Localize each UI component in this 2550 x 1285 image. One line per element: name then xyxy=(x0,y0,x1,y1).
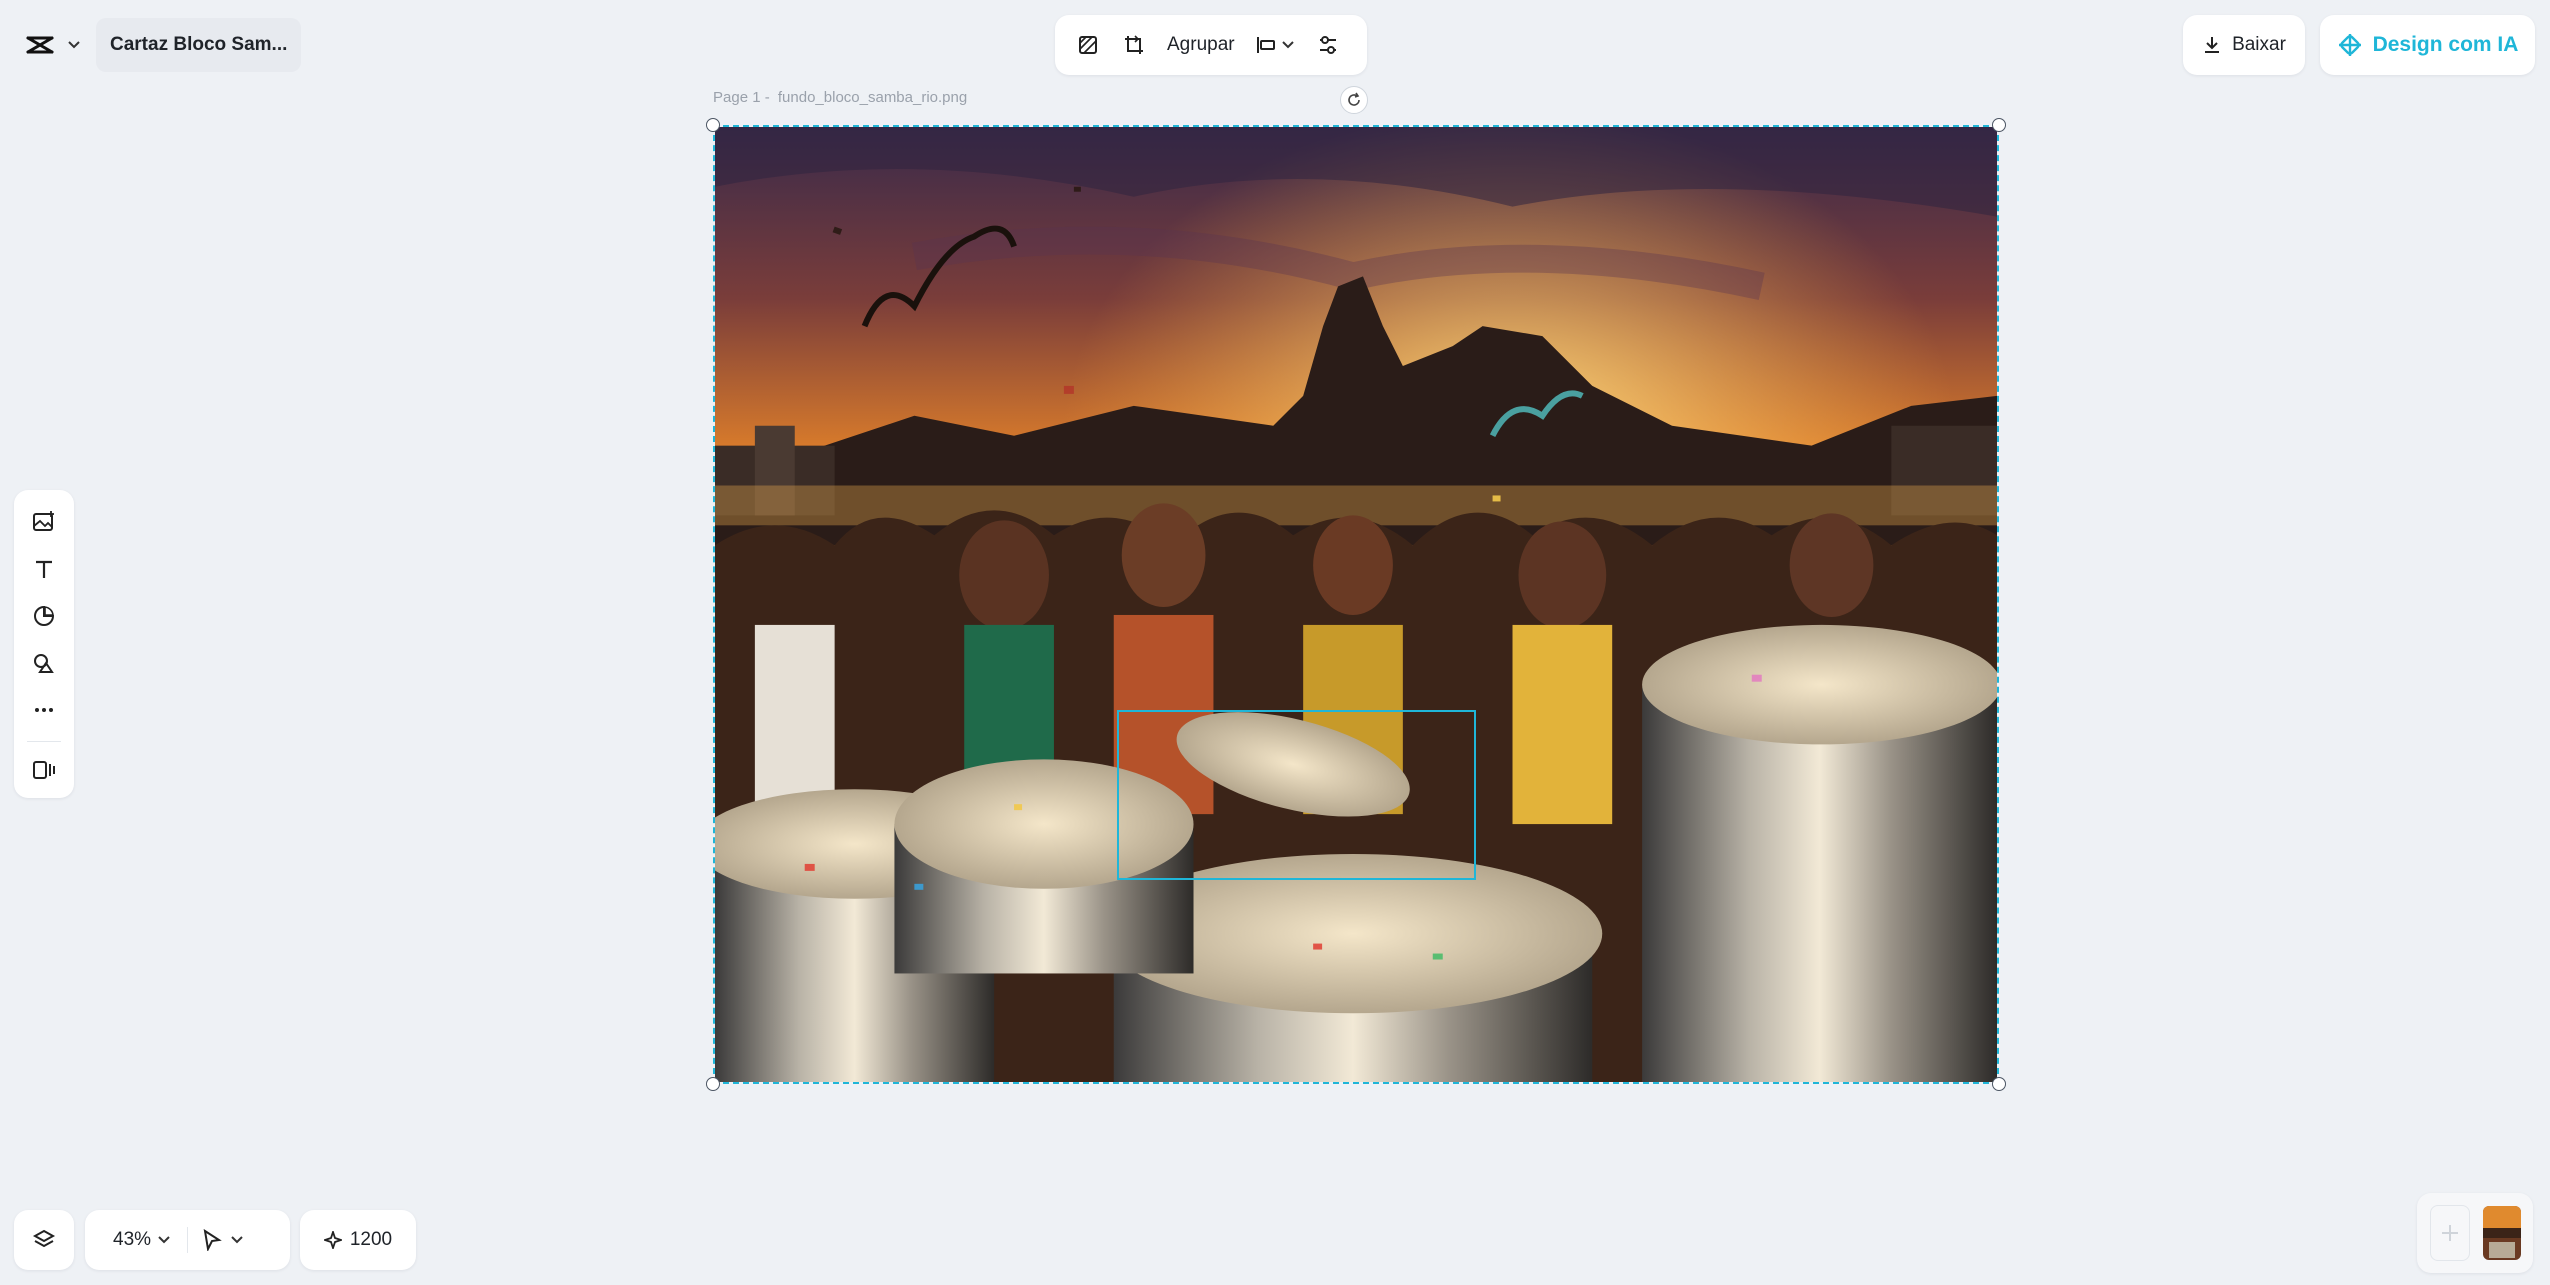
download-label: Baixar xyxy=(2232,34,2286,55)
pages-panel xyxy=(2417,1193,2533,1273)
chevron-down-icon xyxy=(231,1236,243,1244)
upload-image-icon[interactable] xyxy=(22,500,66,544)
ai-design-icon xyxy=(2338,34,2361,56)
left-toolbar xyxy=(14,490,74,798)
plugins-icon[interactable] xyxy=(22,748,66,792)
group-button[interactable]: Agrupar xyxy=(1157,22,1245,68)
ai-design-button[interactable]: Design com IA xyxy=(2320,15,2535,75)
chevron-down-icon xyxy=(1281,41,1294,49)
page-label: Page 1 - fundo_bloco_samba_rio.png xyxy=(713,89,971,106)
ai-design-label: Design com IA xyxy=(2372,33,2519,56)
layers-icon xyxy=(32,1229,56,1248)
more-icon[interactable] xyxy=(22,688,66,732)
zoom-controls: 43% xyxy=(85,1210,290,1270)
zoom-level[interactable]: 43% xyxy=(113,1229,151,1251)
rotate-icon xyxy=(1348,92,1360,106)
resize-handle-top-right[interactable] xyxy=(1992,118,2006,132)
credits-button[interactable]: 1200 xyxy=(300,1210,416,1270)
download-button[interactable]: Baixar xyxy=(2183,15,2305,75)
chevron-down-icon xyxy=(158,1236,170,1244)
divider xyxy=(187,1227,189,1253)
selection-toolbar: Agrupar xyxy=(1055,15,1367,75)
add-page-button[interactable] xyxy=(2429,1205,2470,1261)
layer-file-name[interactable]: fundo_bloco_samba_rio.png xyxy=(778,89,967,106)
align-dropdown[interactable] xyxy=(1245,22,1305,68)
crop-icon[interactable] xyxy=(1111,22,1157,68)
chevron-down-icon[interactable] xyxy=(60,18,88,72)
capcut-logo-icon[interactable] xyxy=(20,18,60,72)
sticker-icon[interactable] xyxy=(22,594,66,638)
pointer-tool-icon xyxy=(203,1229,222,1251)
divider xyxy=(27,741,61,742)
app-header: Cartaz Bloco Sam... xyxy=(8,18,302,72)
resize-handle-bottom-right[interactable] xyxy=(1992,1077,2006,1091)
rotate-handle[interactable] xyxy=(1340,86,1368,114)
hover-selection-box[interactable] xyxy=(1117,710,1476,880)
download-icon xyxy=(2205,37,2220,53)
layers-button[interactable] xyxy=(14,1210,74,1270)
page-number: Page 1 - xyxy=(713,89,770,106)
resize-handle-top-left[interactable] xyxy=(706,118,720,132)
canvas-image[interactable] xyxy=(713,125,1999,1084)
document-title[interactable]: Cartaz Bloco Sam... xyxy=(96,18,302,72)
text-icon[interactable] xyxy=(22,547,66,591)
page-thumbnail[interactable] xyxy=(2482,1206,2521,1260)
resize-handle-bottom-left[interactable] xyxy=(706,1077,720,1091)
plus-icon xyxy=(2441,1225,2458,1241)
adjust-icon[interactable] xyxy=(1305,22,1351,68)
credits-value: 1200 xyxy=(349,1229,393,1250)
remove-background-icon[interactable] xyxy=(1065,22,1111,68)
align-left-icon xyxy=(1256,37,1275,53)
sparkle-icon xyxy=(323,1231,342,1249)
shapes-icon[interactable] xyxy=(22,641,66,685)
